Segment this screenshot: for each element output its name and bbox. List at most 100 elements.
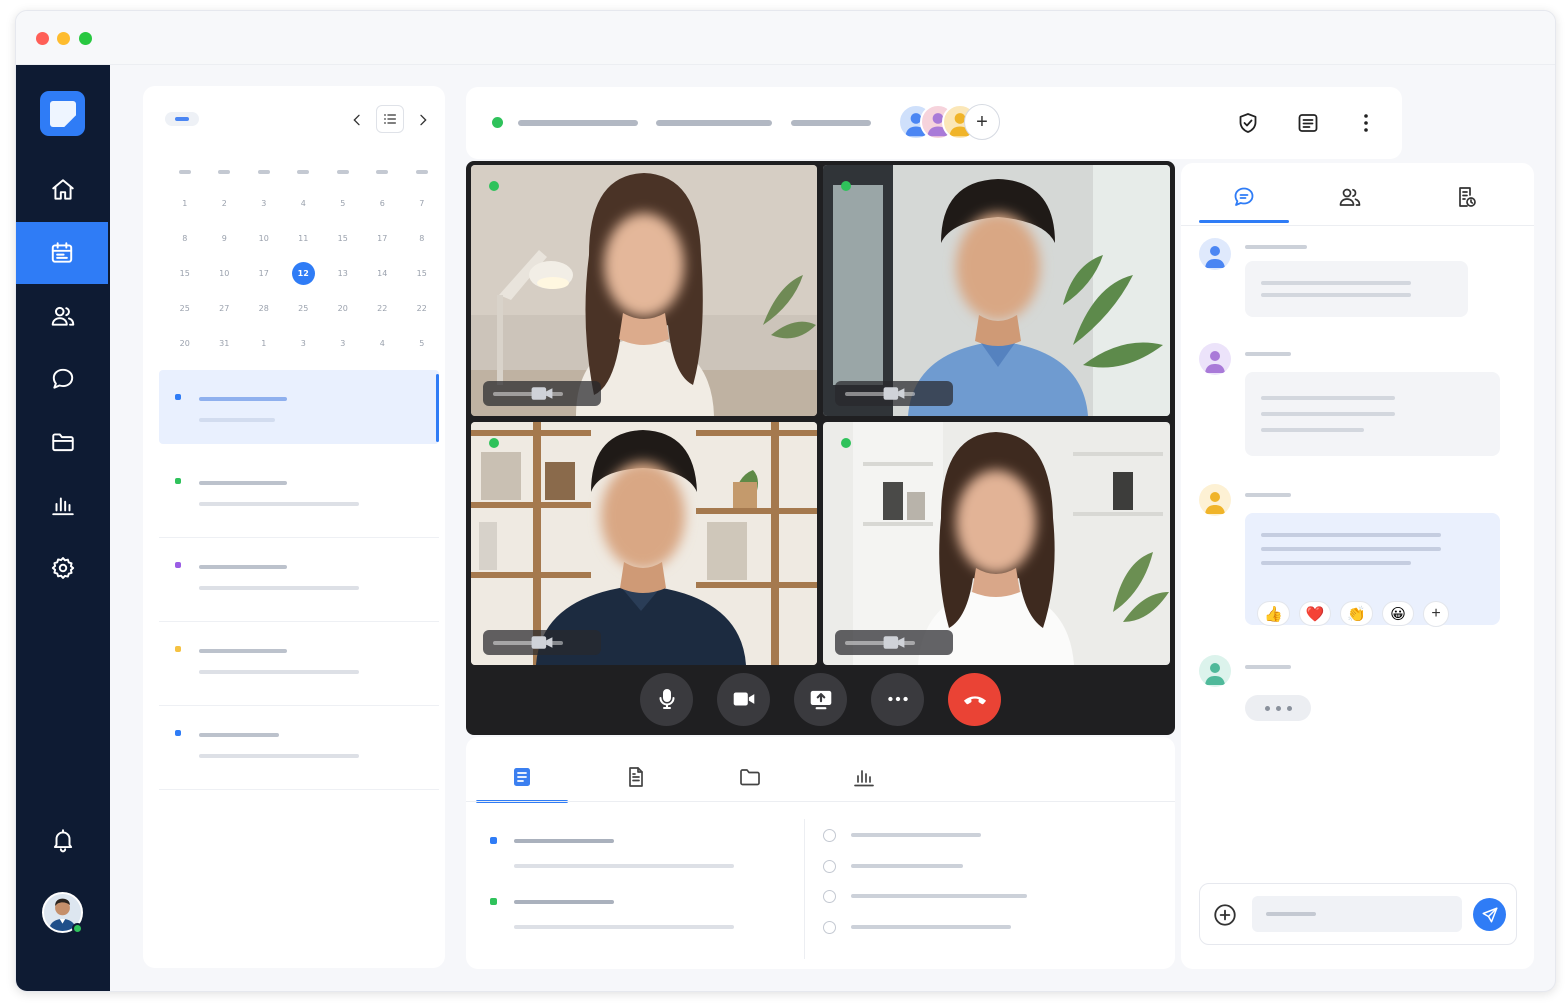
- calendar-day[interactable]: 4: [363, 339, 403, 348]
- chat-tab[interactable]: [1199, 171, 1289, 223]
- security-button[interactable]: [1234, 109, 1262, 137]
- participants-tab[interactable]: [1305, 171, 1395, 223]
- analytics-tab[interactable]: [818, 751, 910, 803]
- minimize-window-button[interactable]: [57, 32, 70, 45]
- sidebar-item-analytics[interactable]: [16, 474, 110, 536]
- calendar-day[interactable]: 25: [165, 304, 205, 313]
- share-screen-icon: [810, 690, 831, 710]
- calendar-day[interactable]: 15: [323, 234, 363, 243]
- calendar-day[interactable]: 25: [284, 304, 324, 313]
- calendar-day[interactable]: 8: [402, 234, 442, 243]
- event-item[interactable]: [159, 706, 439, 790]
- reaction-heart[interactable]: ❤️: [1298, 601, 1332, 626]
- attach-button[interactable]: [1210, 900, 1240, 930]
- calendar-day[interactable]: 5: [323, 199, 363, 208]
- calendar-day[interactable]: 3: [244, 199, 284, 208]
- add-reaction-button[interactable]: +: [1423, 601, 1450, 627]
- camera-button[interactable]: [717, 672, 770, 726]
- calendar-day[interactable]: 1: [244, 339, 284, 348]
- calendar-day[interactable]: 3: [323, 339, 363, 348]
- message-input[interactable]: [1252, 896, 1462, 932]
- calendar-day[interactable]: 17: [363, 234, 403, 243]
- chat-bubble-icon: [1234, 187, 1254, 206]
- next-month-button[interactable]: [411, 108, 435, 132]
- more-actions-button[interactable]: [871, 672, 924, 726]
- document-icon: [629, 767, 643, 787]
- calendar-day[interactable]: 17: [244, 269, 284, 278]
- calendar-day[interactable]: 9: [205, 234, 245, 243]
- calendar-day-today[interactable]: 12: [284, 262, 324, 285]
- calendar-day[interactable]: 31: [205, 339, 245, 348]
- calendar-day[interactable]: 3: [284, 339, 324, 348]
- notes-button[interactable]: [1294, 109, 1322, 137]
- calendar-day[interactable]: 28: [244, 304, 284, 313]
- send-button[interactable]: [1473, 898, 1506, 931]
- calendar-day[interactable]: 10: [205, 269, 245, 278]
- calendar-day[interactable]: 22: [363, 304, 403, 313]
- document-tab[interactable]: [590, 751, 682, 803]
- reaction-smile[interactable]: 😀: [1382, 601, 1415, 626]
- event-item[interactable]: [159, 370, 439, 444]
- app-logo[interactable]: [40, 91, 85, 136]
- calendar-day[interactable]: 6: [363, 199, 403, 208]
- share-screen-button[interactable]: [794, 672, 847, 726]
- sidebar-item-chat[interactable]: [16, 348, 110, 410]
- month-label[interactable]: [165, 112, 199, 126]
- video-tile[interactable]: [823, 422, 1170, 665]
- maximize-window-button[interactable]: [79, 32, 92, 45]
- calendar-day[interactable]: 4: [284, 199, 324, 208]
- sidebar-item-home[interactable]: [16, 159, 110, 221]
- calendar-day[interactable]: 5: [402, 339, 442, 348]
- add-participant-button[interactable]: +: [964, 104, 1000, 140]
- video-tile[interactable]: [823, 165, 1170, 416]
- calendar-day[interactable]: 11: [284, 234, 324, 243]
- folder-tab[interactable]: [704, 751, 796, 803]
- event-item[interactable]: [159, 622, 439, 706]
- sidebar-item-users[interactable]: [16, 285, 110, 347]
- task-checkbox[interactable]: [823, 829, 836, 842]
- mute-button[interactable]: [640, 672, 693, 726]
- calendar-day[interactable]: 27: [205, 304, 245, 313]
- column-divider: [804, 819, 805, 959]
- event-subtitle: [199, 670, 359, 674]
- calendar-day[interactable]: 2: [205, 199, 245, 208]
- task-checkbox[interactable]: [823, 860, 836, 873]
- sidebar: [16, 65, 110, 991]
- calendar-day[interactable]: 10: [244, 234, 284, 243]
- notes-tab[interactable]: [476, 751, 568, 803]
- reaction-clap[interactable]: 👏: [1340, 601, 1374, 626]
- note-bullet: [490, 898, 497, 905]
- calendar-day[interactable]: 14: [363, 269, 403, 278]
- sidebar-item-settings[interactable]: [16, 537, 110, 599]
- task-checkbox[interactable]: [823, 921, 836, 934]
- calendar-day[interactable]: 7: [402, 199, 442, 208]
- event-title: [199, 397, 287, 401]
- calendar-day[interactable]: 15: [165, 269, 205, 278]
- folder-icon: [740, 769, 760, 786]
- sidebar-item-calendar[interactable]: [16, 222, 108, 284]
- close-window-button[interactable]: [36, 32, 49, 45]
- chat-panel: 👍 ❤️ 👏 😀 +: [1181, 163, 1534, 969]
- calendar-day[interactable]: 13: [323, 269, 363, 278]
- more-options-button[interactable]: [1352, 109, 1380, 137]
- end-call-button[interactable]: [948, 672, 1001, 726]
- notifications-button[interactable]: [16, 809, 110, 871]
- activity-tab[interactable]: [1421, 171, 1511, 223]
- message-composer: [1199, 883, 1517, 945]
- calendar-day[interactable]: 22: [402, 304, 442, 313]
- calendar-day[interactable]: 1: [165, 199, 205, 208]
- chat-icon: [52, 368, 74, 389]
- prev-month-button[interactable]: [345, 108, 369, 132]
- calendar-day[interactable]: 8: [165, 234, 205, 243]
- calendar-day[interactable]: 15: [402, 269, 442, 278]
- event-item[interactable]: [159, 454, 439, 538]
- list-view-button[interactable]: [376, 105, 404, 133]
- video-tile[interactable]: [471, 422, 817, 665]
- reaction-thumbs-up[interactable]: 👍: [1257, 601, 1290, 626]
- video-tile[interactable]: [471, 165, 817, 416]
- calendar-day[interactable]: 20: [165, 339, 205, 348]
- sidebar-item-files[interactable]: [16, 411, 110, 473]
- event-item[interactable]: [159, 538, 439, 622]
- calendar-day[interactable]: 20: [323, 304, 363, 313]
- task-checkbox[interactable]: [823, 890, 836, 903]
